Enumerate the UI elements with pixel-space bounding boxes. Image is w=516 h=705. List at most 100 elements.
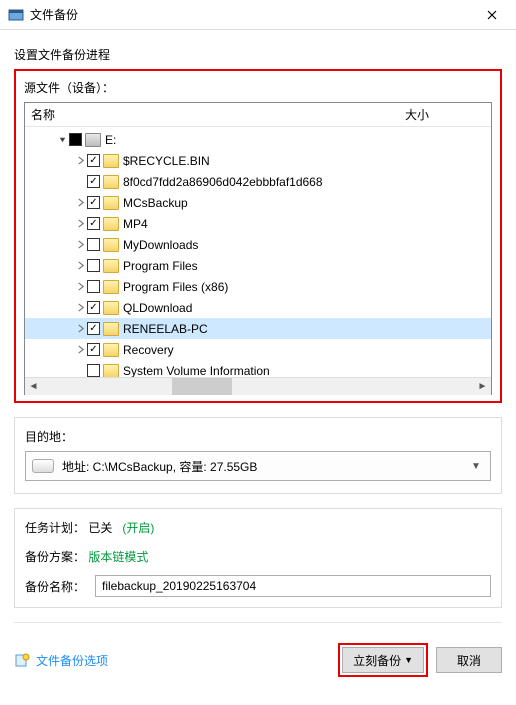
tree-row[interactable]: MCsBackup: [25, 192, 491, 213]
tree-item-label: 8f0cd7fdd2a86906d042ebbbfaf1d668: [123, 175, 323, 189]
window-title: 文件备份: [30, 6, 472, 23]
tree-item-label: $RECYCLE.BIN: [123, 154, 210, 168]
checkbox-root[interactable]: [69, 133, 82, 146]
schedule-row: 任务计划： 已关 (开启): [25, 519, 491, 536]
chevron-down-icon[interactable]: [55, 133, 69, 147]
scheme-value-link[interactable]: 版本链模式: [88, 550, 148, 564]
separator: [14, 622, 502, 623]
tree-item-label: MCsBackup: [123, 196, 188, 210]
settings-group: 任务计划： 已关 (开启) 备份方案： 版本链模式 备份名称：: [14, 508, 502, 608]
checkbox[interactable]: [87, 364, 100, 377]
chevron-right-icon[interactable]: [73, 259, 87, 273]
tree-row[interactable]: $RECYCLE.BIN: [25, 150, 491, 171]
column-name[interactable]: 名称: [25, 106, 401, 123]
tree-row[interactable]: Program Files (x86): [25, 276, 491, 297]
chevron-right-icon[interactable]: [73, 154, 87, 168]
folder-icon: [103, 196, 119, 210]
backup-button-label: 立刻备份: [353, 652, 401, 669]
tree-item-label: QLDownload: [123, 301, 192, 315]
chevron-right-icon[interactable]: [73, 238, 87, 252]
tree-row[interactable]: System Volume Information: [25, 360, 491, 377]
schedule-toggle-link[interactable]: (开启): [122, 521, 154, 535]
checkbox[interactable]: [87, 343, 100, 356]
backup-name-row: 备份名称：: [25, 575, 491, 597]
section-title: 设置文件备份进程: [14, 46, 502, 63]
folder-icon: [103, 259, 119, 273]
scroll-track[interactable]: [42, 378, 474, 395]
scroll-thumb[interactable]: [172, 378, 232, 395]
backup-name-input[interactable]: [95, 575, 491, 597]
checkbox[interactable]: [87, 259, 100, 272]
checkbox[interactable]: [87, 301, 100, 314]
folder-icon: [103, 301, 119, 315]
chevron-right-icon[interactable]: [73, 322, 87, 336]
file-tree: 名称 大小 E: $RECYCLE.BIN 8f0cd7fdd2a86906d04…: [24, 102, 492, 395]
tree-root-row[interactable]: E:: [25, 129, 491, 150]
checkbox[interactable]: [87, 154, 100, 167]
scheme-row: 备份方案： 版本链模式: [25, 548, 491, 565]
tree-item-label: System Volume Information: [123, 364, 270, 378]
tree-row[interactable]: MP4: [25, 213, 491, 234]
caret-down-icon: ▼: [404, 655, 413, 665]
close-button[interactable]: [472, 1, 512, 29]
destination-label: 目的地：: [25, 428, 491, 445]
app-icon: [8, 7, 24, 23]
scroll-left-arrow[interactable]: ◄: [25, 378, 42, 395]
checkbox[interactable]: [87, 217, 100, 230]
tree-item-label: Program Files: [123, 259, 198, 273]
column-size[interactable]: 大小: [401, 106, 491, 123]
titlebar: 文件备份: [0, 0, 516, 30]
chevron-right-icon[interactable]: [73, 343, 87, 357]
folder-icon: [103, 364, 119, 378]
chevron-right-icon[interactable]: [73, 196, 87, 210]
source-label: 源文件（设备）：: [24, 79, 492, 96]
tree-row[interactable]: MyDownloads: [25, 234, 491, 255]
chevron-right-icon[interactable]: [73, 217, 87, 231]
schedule-status: 已关: [88, 521, 112, 535]
destination-dropdown[interactable]: 地址: C:\MCsBackup, 容量: 27.55GB ▼: [25, 451, 491, 481]
tree-row[interactable]: QLDownload: [25, 297, 491, 318]
checkbox[interactable]: [87, 238, 100, 251]
folder-icon: [103, 238, 119, 252]
drive-icon: [85, 133, 101, 147]
chevron-right-icon[interactable]: [73, 175, 87, 189]
folder-icon: [103, 280, 119, 294]
backup-now-button[interactable]: 立刻备份▼: [342, 647, 424, 673]
checkbox[interactable]: [87, 322, 100, 335]
content-area: 设置文件备份进程 源文件（设备）： 名称 大小 E: $RECYCLE.BIN 8…: [0, 30, 516, 633]
folder-icon: [103, 322, 119, 336]
tree-row[interactable]: Program Files: [25, 255, 491, 276]
tree-row[interactable]: Recovery: [25, 339, 491, 360]
tree-row[interactable]: RENEELAB-PC: [25, 318, 491, 339]
cancel-button[interactable]: 取消: [436, 647, 502, 673]
tree-body[interactable]: E: $RECYCLE.BIN 8f0cd7fdd2a86906d042ebbbf…: [25, 127, 491, 377]
checkbox[interactable]: [87, 280, 100, 293]
folder-icon: [103, 217, 119, 231]
options-icon: [14, 652, 30, 668]
tree-item-label: RENEELAB-PC: [123, 322, 208, 336]
tree-header: 名称 大小: [25, 103, 491, 127]
checkbox[interactable]: [87, 175, 100, 188]
scroll-right-arrow[interactable]: ►: [474, 378, 491, 395]
destination-text: 地址: C:\MCsBackup, 容量: 27.55GB: [62, 458, 468, 475]
source-highlight-box: 源文件（设备）： 名称 大小 E: $RECYCLE.BIN 8f0cd7fdd2…: [14, 69, 502, 403]
tree-item-label: MyDownloads: [123, 238, 198, 252]
backup-button-highlight: 立刻备份▼: [338, 643, 428, 677]
footer: 文件备份选项 立刻备份▼ 取消: [0, 633, 516, 689]
folder-icon: [103, 343, 119, 357]
chevron-right-icon[interactable]: [73, 301, 87, 315]
tree-row[interactable]: 8f0cd7fdd2a86906d042ebbbfaf1d668: [25, 171, 491, 192]
horizontal-scrollbar[interactable]: ◄ ►: [25, 377, 491, 394]
schedule-label: 任务计划：: [25, 521, 85, 535]
checkbox[interactable]: [87, 196, 100, 209]
chevron-right-icon[interactable]: [73, 280, 87, 294]
chevron-down-icon: ▼: [468, 461, 484, 472]
tree-root-label: E:: [105, 133, 116, 147]
backup-options-link[interactable]: 文件备份选项: [36, 652, 108, 669]
backup-name-label: 备份名称：: [25, 578, 95, 595]
tree-item-label: MP4: [123, 217, 148, 231]
chevron-right-icon[interactable]: [73, 364, 87, 378]
tree-item-label: Program Files (x86): [123, 280, 228, 294]
folder-icon: [103, 154, 119, 168]
folder-icon: [103, 175, 119, 189]
